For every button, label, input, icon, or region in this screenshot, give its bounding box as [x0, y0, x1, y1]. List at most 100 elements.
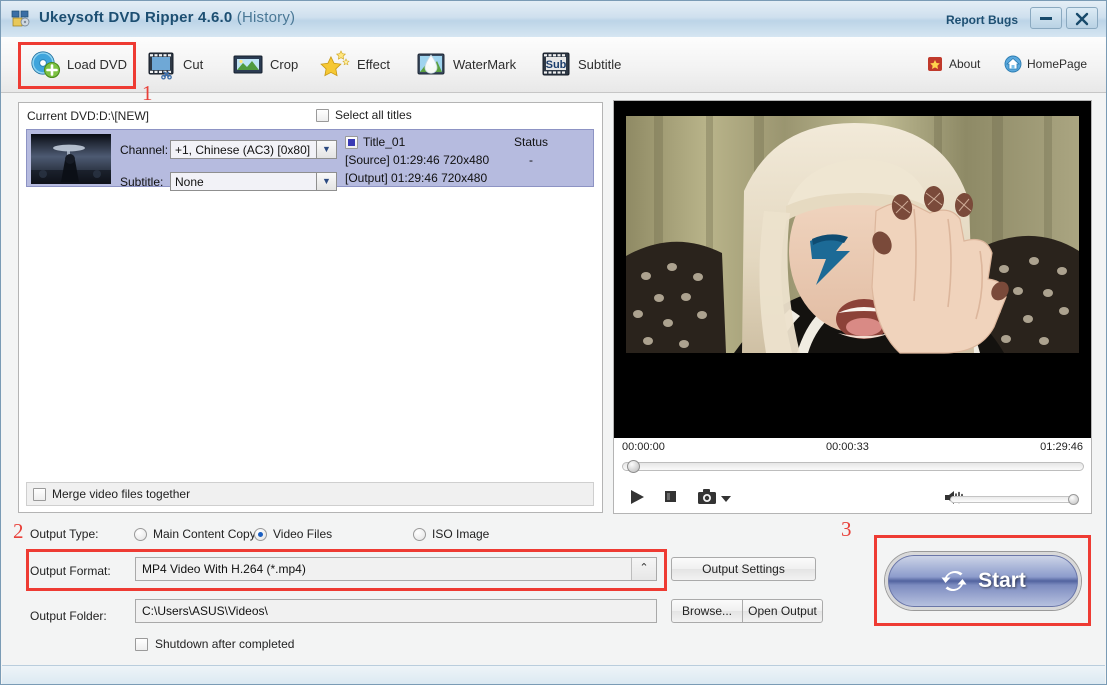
source-info-row: [Source] 01:29:46 720x480 — [345, 153, 490, 167]
toolbar-label-cut: Cut — [183, 56, 204, 72]
current-dvd-label: Current DVD:D:\[NEW] — [27, 109, 150, 123]
homepage-link[interactable]: HomePage — [1004, 55, 1087, 73]
toolbar-label-watermark: WaterMark — [453, 56, 517, 72]
title-name: Title_01 — [363, 135, 406, 149]
channel-value: +1, Chinese (AC3) [0x80] — [175, 143, 311, 157]
output-info-row: [Output] 01:29:46 720x480 — [345, 171, 488, 185]
volume-slider[interactable] — [950, 494, 1079, 505]
refresh-cycle-icon — [941, 571, 967, 591]
chevron-down-icon — [721, 496, 731, 502]
subtitle-label: Subtitle: — [120, 175, 164, 189]
output-type-main-content-copy[interactable]: Main Content Copy — [134, 527, 256, 541]
output-type-iso-image[interactable]: ISO Image — [413, 527, 489, 541]
radio-main-content-copy[interactable] — [134, 527, 147, 541]
main-toolbar: Load DVD Cut Crop Effect WaterMark Sub S… — [1, 37, 1106, 93]
minimize-button[interactable] — [1030, 7, 1062, 29]
close-button[interactable] — [1066, 7, 1098, 29]
toolbar-item-crop[interactable]: Crop — [226, 43, 304, 85]
chevron-down-icon[interactable]: ▼ — [316, 141, 336, 158]
window-title: Ukeysoft DVD Ripper 4.6.0 (History) — [39, 9, 295, 26]
volume-slider-handle[interactable] — [1068, 494, 1079, 505]
time-total: 01:29:46 — [1040, 441, 1083, 453]
video-preview[interactable] — [614, 101, 1091, 438]
toolbar-label-load-dvd: Load DVD — [67, 56, 127, 72]
radio-video-files[interactable] — [254, 527, 267, 541]
subtitle-film-icon: Sub — [540, 48, 572, 80]
shutdown-after-completed[interactable]: Shutdown after completed — [135, 637, 294, 651]
output-type-video-files[interactable]: Video Files — [254, 527, 332, 541]
output-format-combo[interactable]: MP4 Video With H.264 (*.mp4) ⌃ — [135, 557, 657, 581]
report-bugs-link[interactable]: Report Bugs — [946, 13, 1018, 27]
output-format-label: Output Format: — [30, 564, 111, 578]
merge-videos-label: Merge video files together — [52, 487, 191, 501]
toolbar-label-crop: Crop — [270, 56, 299, 72]
title-thumbnail — [31, 134, 111, 184]
chevron-down-icon[interactable]: ▼ — [316, 173, 336, 190]
snapshot-dropdown-button[interactable] — [721, 492, 731, 506]
window-title-suffix: (History) — [236, 9, 296, 26]
toolbar-item-cut[interactable]: Cut — [139, 43, 209, 85]
seek-slider-handle[interactable] — [627, 460, 640, 473]
annotation-marker-2: 2 — [13, 519, 24, 543]
output-folder-value: C:\Users\ASUS\Videos\ — [142, 604, 268, 618]
play-button[interactable] — [628, 488, 646, 509]
time-current: 00:00:33 — [826, 441, 869, 453]
channel-combo[interactable]: +1, Chinese (AC3) [0x80] ▼ — [170, 140, 337, 159]
stop-button[interactable] — [662, 488, 678, 507]
title-row[interactable]: Channel: +1, Chinese (AC3) [0x80] ▼ Subt… — [26, 129, 594, 191]
output-folder-label: Output Folder: — [30, 609, 107, 623]
start-button[interactable]: Start — [885, 552, 1081, 610]
toolbar-item-load-dvd[interactable]: Load DVD — [23, 43, 133, 85]
camera-snapshot-icon — [698, 489, 716, 504]
window-title-text: Ukeysoft DVD Ripper 4.6.0 — [39, 9, 233, 26]
channel-label: Channel: — [120, 143, 169, 157]
about-label: About — [949, 57, 981, 71]
select-all-checkbox[interactable] — [316, 108, 329, 122]
status-header: Status — [514, 135, 549, 149]
open-output-button[interactable]: Open Output — [742, 599, 823, 623]
play-icon — [631, 490, 644, 504]
output-folder-input[interactable]: C:\Users\ASUS\Videos\ — [135, 599, 657, 623]
crop-image-icon — [232, 48, 264, 80]
stop-icon — [665, 491, 676, 502]
select-all-titles[interactable]: Select all titles — [316, 108, 412, 122]
toolbar-label-effect: Effect — [357, 56, 391, 72]
chevron-up-icon[interactable]: ⌃ — [631, 558, 656, 580]
toolbar-item-watermark[interactable]: WaterMark — [409, 43, 522, 85]
output-settings-button[interactable]: Output Settings — [671, 557, 816, 581]
effect-stars-icon — [319, 48, 351, 80]
status-value: - — [529, 153, 533, 167]
subtitle-value: None — [175, 175, 204, 189]
status-bar — [2, 665, 1105, 684]
annotation-marker-3: 3 — [841, 517, 852, 541]
close-icon — [1075, 12, 1089, 26]
snapshot-button[interactable] — [697, 488, 719, 508]
toolbar-item-subtitle[interactable]: Sub Subtitle — [534, 43, 627, 85]
seek-slider[interactable] — [622, 460, 1084, 473]
title-bar: Ukeysoft DVD Ripper 4.6.0 (History) Repo… — [1, 1, 1106, 38]
subtitle-combo[interactable]: None ▼ — [170, 172, 337, 191]
svg-text:Sub: Sub — [546, 59, 567, 71]
output-type-label: Output Type: — [30, 527, 99, 541]
toolbar-item-effect[interactable]: Effect — [313, 43, 396, 85]
homepage-label: HomePage — [1027, 57, 1088, 71]
browse-button[interactable]: Browse... — [671, 599, 743, 623]
radio-label-main-content-copy: Main Content Copy — [153, 527, 256, 541]
radio-label-iso-image: ISO Image — [432, 527, 490, 541]
radio-iso-image[interactable] — [413, 527, 426, 541]
preview-panel: 00:00:00 00:00:33 01:29:46 — [613, 100, 1092, 514]
playback-controls — [614, 483, 1091, 513]
shutdown-checkbox[interactable] — [135, 637, 148, 651]
start-button-label: Start — [978, 569, 1026, 592]
title-checkbox[interactable] — [345, 136, 358, 149]
toolbar-label-subtitle: Subtitle — [578, 56, 622, 72]
minimize-icon — [1040, 16, 1052, 20]
about-star-icon — [926, 55, 944, 73]
merge-videos-checkbox[interactable] — [33, 487, 46, 501]
cut-film-icon — [145, 48, 177, 80]
radio-label-video-files: Video Files — [273, 527, 333, 541]
about-link[interactable]: About — [926, 55, 980, 73]
merge-videos-option[interactable]: Merge video files together — [26, 482, 594, 506]
source-panel: Current DVD:D:\[NEW] Select all titles C… — [18, 102, 603, 513]
playback-time-row: 00:00:00 00:00:33 01:29:46 — [614, 441, 1091, 457]
